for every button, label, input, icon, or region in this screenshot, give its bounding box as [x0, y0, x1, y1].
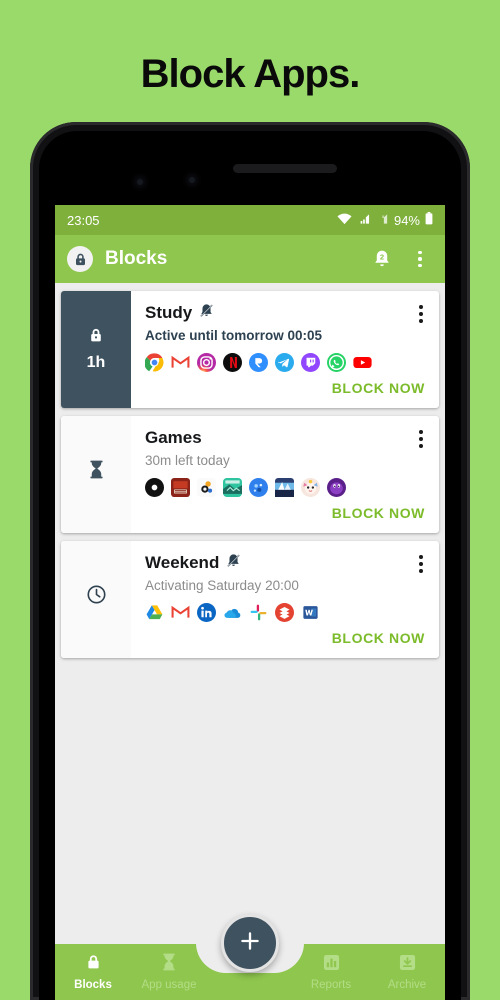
block-now-button[interactable]: BLOCK NOW [145, 622, 427, 652]
game-red-icon [171, 478, 190, 497]
card-title-row: Study [145, 303, 411, 323]
promo-page: Block Apps. 23:05 x 94% Blocks 2 1h Stud… [0, 0, 500, 1000]
card-side-panel [61, 416, 131, 533]
card-body: Study Active until tomorrow 00:05 BLOCK … [131, 291, 439, 408]
card-title-row: Weekend [145, 553, 411, 573]
card-title-row: Games [145, 428, 411, 448]
card-app-icons [144, 353, 427, 372]
block-card[interactable]: 1h Study Active until tomorrow 00:05 BLO… [61, 291, 439, 408]
nav-item-reports[interactable]: Reports [293, 954, 369, 991]
chrome-icon [144, 353, 164, 372]
game-dot-icon [145, 478, 164, 497]
card-title: Weekend [145, 553, 220, 572]
youtube-icon [353, 353, 372, 372]
nav-label: Blocks [74, 979, 112, 991]
page-title: Block Apps. [140, 52, 361, 96]
card-body: Weekend Activating Saturday 20:00 BLOCK … [131, 541, 439, 658]
twitch-icon [301, 353, 320, 372]
card-subtitle: Activating Saturday 20:00 [145, 578, 299, 593]
signal-no-sim-icon: x [375, 213, 389, 228]
game-blue-icon [249, 478, 268, 497]
status-bar: 23:05 x 94% [55, 205, 445, 235]
google-drive-icon [145, 603, 164, 622]
earpiece-speaker [233, 164, 337, 173]
card-overflow-menu-icon[interactable] [411, 553, 427, 575]
ms-word-icon [301, 603, 320, 622]
lock-badge-icon [67, 246, 93, 272]
block-card[interactable]: Weekend Activating Saturday 20:00 BLOCK … [61, 541, 439, 658]
gmail-icon [171, 603, 190, 622]
signal-icon [357, 213, 370, 228]
app-bar: Blocks 2 [55, 235, 445, 283]
card-overflow-menu-icon[interactable] [411, 303, 427, 325]
phone-screen: 23:05 x 94% Blocks 2 1h Study Active unt… [55, 205, 445, 1000]
linkedin-icon [197, 603, 216, 622]
lock-icon [88, 327, 104, 349]
game-teal-icon [223, 478, 242, 497]
whatsapp-icon [327, 353, 346, 372]
card-title: Games [145, 428, 202, 447]
sensor-icon [189, 177, 195, 183]
card-duration: 1h [86, 354, 106, 371]
notification-count: 2 [380, 252, 384, 261]
gmail-icon [171, 353, 190, 372]
add-block-fab[interactable] [221, 914, 279, 972]
archive-icon [399, 954, 416, 976]
nav-item-app-usage[interactable]: App usage [131, 953, 207, 991]
bar-chart-icon [323, 954, 340, 976]
phone-mockup: 23:05 x 94% Blocks 2 1h Study Active unt… [30, 122, 470, 1000]
bell-icon[interactable]: 2 [369, 246, 395, 272]
wifi-icon [337, 213, 352, 228]
game-purple-icon [327, 478, 346, 497]
slack-icon [249, 603, 268, 622]
card-subtitle: 30m left today [145, 453, 230, 468]
nav-item-archive[interactable]: Archive [369, 954, 445, 991]
card-side-panel [61, 541, 131, 658]
card-subtitle: Active until tomorrow 00:05 [145, 328, 323, 343]
battery-percent: 94% [393, 212, 420, 228]
block-now-button[interactable]: BLOCK NOW [145, 497, 427, 527]
plus-icon [239, 930, 261, 957]
block-now-button[interactable]: BLOCK NOW [145, 372, 427, 402]
todoist-icon [275, 603, 294, 622]
front-camera-icon [137, 179, 143, 185]
card-overflow-menu-icon[interactable] [411, 428, 427, 450]
nav-label: App usage [141, 979, 197, 991]
card-body: Games 30m left today BLOCK NOW [131, 416, 439, 533]
bell-muted-icon [226, 553, 241, 573]
onedrive-icon [223, 603, 242, 622]
battery-icon [425, 212, 433, 228]
netflix-icon [223, 353, 242, 372]
card-app-icons [145, 603, 427, 622]
bell-muted-icon [199, 303, 214, 323]
nav-label: Reports [310, 978, 352, 991]
hourglass-icon [161, 953, 177, 976]
game-pink-icon [301, 478, 320, 497]
card-side-panel: 1h [61, 291, 131, 408]
block-card[interactable]: Games 30m left today BLOCK NOW [61, 416, 439, 533]
phone-bezel: 23:05 x 94% Blocks 2 1h Study Active unt… [39, 131, 461, 1000]
lock-icon [85, 953, 102, 976]
revolut-icon [249, 353, 268, 372]
instagram-icon [197, 353, 216, 372]
status-time: 23:05 [67, 212, 100, 228]
card-app-icons [145, 478, 427, 497]
game-navy-icon [275, 478, 294, 497]
card-title: Study [145, 303, 193, 322]
overflow-menu-icon[interactable] [407, 246, 433, 272]
game-white-icon [197, 478, 216, 497]
nav-item-blocks[interactable]: Blocks [55, 953, 131, 991]
app-bar-title: Blocks [105, 248, 168, 269]
hourglass-icon [88, 460, 105, 484]
nav-label: Archive [387, 978, 427, 991]
block-card-list: 1h Study Active until tomorrow 00:05 BLO… [55, 283, 445, 658]
telegram-icon [275, 353, 294, 372]
clock-icon [86, 584, 107, 610]
